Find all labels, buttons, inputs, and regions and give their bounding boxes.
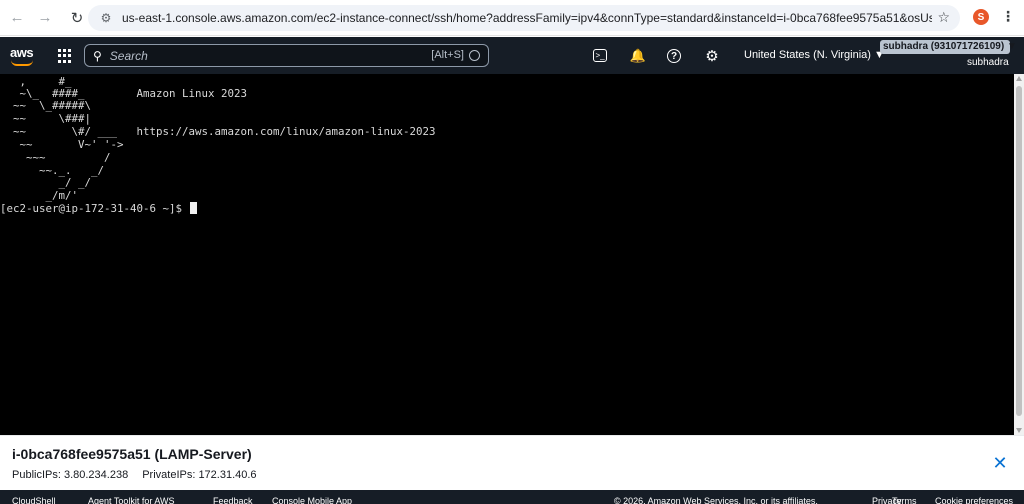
footer-terms-link[interactable]: Terms [892, 496, 917, 504]
instance-ip-addresses: PublicIPs: 3.80.234.238 PrivateIPs: 172.3… [12, 469, 257, 481]
footer-agent-toolkit-link[interactable]: Agent Toolkit for AWS [88, 496, 175, 504]
back-arrow-icon[interactable]: ← [6, 7, 28, 29]
url-text[interactable]: us-east-1.console.aws.amazon.com/ec2-ins… [122, 11, 932, 25]
help-icon[interactable]: ? [667, 49, 681, 63]
scrollbar-thumb[interactable] [1016, 86, 1022, 416]
bookmark-star-icon[interactable]: ☆ [937, 9, 950, 26]
footer-copyright: © 2026, Amazon Web Services, Inc. or its… [614, 496, 818, 504]
footer-feedback-link[interactable]: Feedback [213, 496, 253, 504]
aws-logo[interactable]: aws [10, 46, 36, 66]
terminal-prompt-line[interactable]: [ec2-user@ip-172-31-40-6 ~]$ [0, 202, 197, 215]
instance-info-panel: i-0bca768fee9575a51 (LAMP-Server) Public… [0, 435, 1024, 490]
cloudshell-icon[interactable]: >_ [593, 49, 607, 62]
terminal-scrollbar[interactable] [1014, 74, 1024, 435]
region-selector[interactable]: United States (N. Virginia) ▼ [744, 49, 885, 61]
scroll-up-icon[interactable] [1016, 76, 1022, 81]
terminal-line: _/ _/ [0, 176, 92, 189]
close-icon[interactable]: ✕ [992, 454, 1008, 472]
search-placeholder: Search [109, 48, 148, 63]
address-bar[interactable]: ⚙ us-east-1.console.aws.amazon.com/ec2-i… [88, 5, 960, 31]
console-footer: CloudShell Agent Toolkit for AWS Feedbac… [0, 490, 1024, 504]
terminal-prompt: [ec2-user@ip-172-31-40-6 ~]$ [0, 202, 189, 215]
search-shortcut: [Alt+S] [431, 49, 464, 61]
ssh-terminal[interactable]: , #_ ~\_ ####_ Amazon Linux 2023 ~~ \_##… [0, 74, 1014, 435]
site-info-icon[interactable]: ⚙ [96, 11, 116, 25]
scroll-down-icon[interactable] [1016, 428, 1022, 433]
browser-toolbar: ← → ↻ ⚙ us-east-1.console.aws.amazon.com… [0, 0, 1024, 36]
terminal-cursor [189, 202, 197, 214]
forward-arrow-icon[interactable]: → [34, 7, 56, 29]
settings-gear-icon[interactable]: ⚙ [704, 48, 720, 65]
terminal-line: ~~~ / [0, 151, 111, 164]
username-label: subhadra [967, 57, 1009, 68]
notifications-bell-icon[interactable]: 🔔 [630, 48, 646, 64]
terminal-line: ~~ \###| [0, 112, 92, 125]
public-ip: PublicIPs: 3.80.234.238 [12, 469, 129, 481]
private-ip: PrivateIPs: 172.31.40.6 [142, 469, 257, 481]
account-menu[interactable]: subhadra (931071726109) ▼ [880, 40, 1017, 54]
terminal-line: _/m/' [0, 189, 79, 202]
footer-console-mobile-link[interactable]: Console Mobile App [272, 496, 352, 504]
search-input[interactable]: ⚲ Search [Alt+S] [84, 44, 489, 67]
footer-cookie-link[interactable]: Cookie preferences [935, 496, 1013, 504]
browser-menu-icon[interactable]: ⋮ [1001, 8, 1015, 25]
instance-title: i-0bca768fee9575a51 (LAMP-Server) [12, 446, 252, 462]
terminal-line: ~~ \_#####\ [0, 99, 92, 112]
footer-cloudshell-link[interactable]: CloudShell [12, 496, 56, 504]
profile-avatar[interactable]: S [973, 9, 989, 25]
terminal-line: ~~ \#/ ___ https://aws.amazon.com/linux/… [0, 125, 436, 138]
shortcut-settings-icon[interactable] [469, 50, 480, 61]
terminal-line: ~~ V~' '-> [0, 138, 124, 151]
services-grid-icon[interactable] [58, 49, 72, 63]
aws-smile-icon [11, 60, 33, 66]
aws-top-navigation: aws ⚲ Search [Alt+S] >_ 🔔 ? ⚙ United Sta… [0, 37, 1024, 74]
search-icon: ⚲ [93, 48, 102, 63]
reload-icon[interactable]: ↻ [66, 7, 88, 29]
